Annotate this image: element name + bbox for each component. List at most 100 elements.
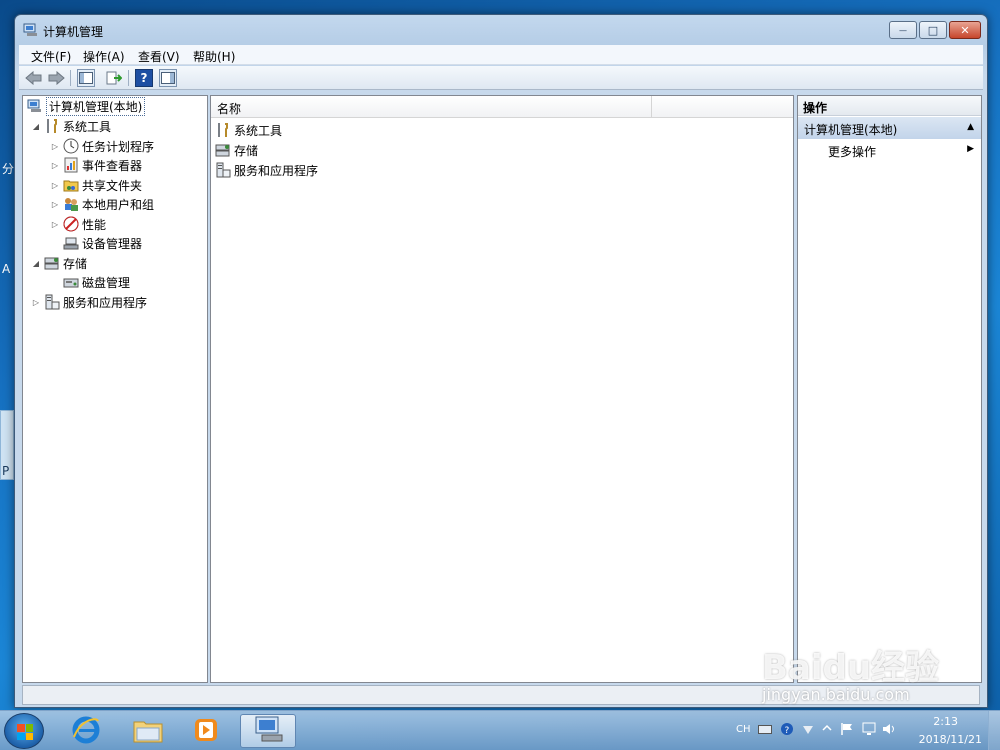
title-bar[interactable]: 计算机管理 — □ ✕ [15, 15, 987, 45]
taskbar-computer-management[interactable] [240, 714, 296, 748]
back-arrow-icon[interactable] [25, 69, 43, 87]
tree-item-storage[interactable]: ◢ 存储 [31, 254, 87, 272]
taskbar-media-player[interactable] [178, 714, 234, 748]
more-actions-item[interactable]: 更多操作 [828, 143, 876, 160]
tree-item-label: 服务和应用程序 [63, 295, 148, 310]
menu-help[interactable]: 帮助(H) [193, 48, 235, 65]
expand-icon[interactable]: ▷ [50, 142, 60, 151]
taskbar: CH ? 2:13 2018/11/21 [0, 710, 1000, 750]
window-controls: — □ ✕ [889, 21, 981, 39]
menu-file[interactable]: 文件(F) [31, 48, 71, 65]
windows-logo-icon [17, 724, 33, 740]
console-tree: 计算机管理(本地) ◢ 系统工具 ▷ 任务计划程序 ▷ 事件查看器 ▷ 共享文件… [22, 95, 208, 683]
computer-management-icon [252, 715, 284, 748]
expand-icon[interactable]: ▷ [50, 181, 60, 190]
folder-icon [132, 716, 164, 747]
tree-item-shared-folders[interactable]: ▷ 共享文件夹 [50, 176, 142, 194]
menu-action[interactable]: 操作(A) [83, 48, 125, 65]
users-icon [63, 196, 79, 212]
list-item[interactable]: 存储 [215, 140, 258, 160]
expand-icon[interactable]: ▷ [50, 161, 60, 170]
tree-item-task-scheduler[interactable]: ▷ 任务计划程序 [50, 137, 154, 155]
services-icon [215, 162, 231, 178]
show-desktop-button[interactable] [988, 711, 1000, 750]
tree-item-event-viewer[interactable]: ▷ 事件查看器 [50, 156, 142, 174]
services-icon [44, 294, 60, 310]
tree-item-root[interactable]: 计算机管理(本地) [24, 96, 146, 116]
column-divider[interactable] [651, 96, 652, 118]
list-item[interactable]: 服务和应用程序 [215, 160, 318, 180]
help-circle-icon[interactable]: ? [780, 722, 794, 739]
clock-icon [63, 138, 79, 154]
tools-icon [215, 122, 231, 138]
list-item-label: 系统工具 [234, 123, 283, 138]
storage-icon [215, 142, 231, 158]
toolbar-separator [70, 70, 71, 86]
desktop-icon-label-3: P [2, 464, 10, 478]
window-title: 计算机管理 [43, 25, 104, 39]
export-list-icon[interactable] [105, 69, 123, 87]
close-icon: ✕ [960, 23, 970, 37]
chevron-right-icon[interactable]: ▶ [967, 144, 974, 154]
tree-item-disk-management[interactable]: 磁盘管理 [50, 273, 130, 291]
expand-icon[interactable]: ▷ [50, 220, 60, 229]
forward-arrow-icon[interactable] [47, 69, 65, 87]
volume-icon[interactable] [882, 722, 896, 739]
computer-management-icon [23, 23, 39, 37]
clock-date[interactable]: 2018/11/21 [919, 733, 982, 746]
display-icon[interactable] [862, 722, 876, 739]
toolbar-separator [128, 70, 129, 86]
tree-item-label: 本地用户和组 [82, 197, 155, 212]
tree-item-services-apps[interactable]: ▷ 服务和应用程序 [31, 293, 147, 311]
console-tree-icon[interactable] [77, 69, 95, 87]
actions-section-label: 计算机管理(本地) [804, 123, 898, 137]
collapse-icon[interactable]: ◢ [31, 122, 41, 131]
language-indicator[interactable]: CH [736, 724, 751, 735]
actions-section-header[interactable]: 计算机管理(本地) ▲ [798, 117, 981, 139]
tree-item-label: 系统工具 [63, 119, 112, 134]
performance-icon [63, 216, 79, 232]
tree-item-label: 存储 [63, 256, 88, 271]
shared-folder-icon [63, 177, 79, 193]
keyboard-icon[interactable] [758, 723, 772, 738]
internet-explorer-icon [71, 715, 101, 748]
computer-management-icon [27, 98, 43, 114]
list-item[interactable]: 系统工具 [215, 120, 282, 140]
start-button[interactable] [4, 713, 44, 749]
expand-icon[interactable]: ▷ [50, 200, 60, 209]
close-button[interactable]: ✕ [949, 21, 981, 39]
minimize-button[interactable]: — [889, 21, 917, 39]
tree-item-label: 计算机管理(本地) [46, 96, 146, 116]
help-icon[interactable]: ? [135, 69, 153, 87]
action-pane-icon[interactable] [159, 69, 177, 87]
action-center-flag-icon[interactable] [840, 722, 854, 739]
list-header: 名称 [211, 96, 793, 118]
toolbar: ? [19, 66, 983, 90]
maximize-button[interactable]: □ [919, 21, 947, 39]
maximize-icon: □ [927, 23, 939, 37]
tree-item-local-users[interactable]: ▷ 本地用户和组 [50, 195, 154, 213]
tree-item-device-manager[interactable]: 设备管理器 [50, 234, 142, 252]
content-list: 名称 系统工具 存储 服务和应用程序 [210, 95, 794, 683]
media-player-icon [192, 716, 220, 747]
menu-view[interactable]: 查看(V) [138, 48, 180, 65]
column-header-name[interactable]: 名称 [217, 100, 241, 117]
actions-pane: 操作 计算机管理(本地) ▲ 更多操作 ▶ [797, 95, 982, 683]
clock-time[interactable]: 2:13 [933, 715, 958, 728]
tree-item-performance[interactable]: ▷ 性能 [50, 215, 106, 233]
tree-item-system-tools[interactable]: ◢ 系统工具 [31, 117, 111, 135]
svg-text:?: ? [785, 726, 790, 736]
tools-icon [44, 118, 60, 134]
collapse-icon[interactable]: ▲ [967, 122, 974, 132]
network-icon[interactable] [802, 723, 814, 738]
collapse-icon[interactable]: ◢ [31, 259, 41, 268]
tree-item-label: 共享文件夹 [82, 178, 143, 193]
expand-icon[interactable]: ▷ [31, 298, 41, 307]
minimize-icon: — [899, 25, 907, 35]
show-hidden-icons-icon[interactable] [822, 723, 832, 736]
taskbar-explorer[interactable] [120, 714, 176, 748]
device-manager-icon [63, 235, 79, 251]
tree-item-label: 任务计划程序 [82, 139, 155, 154]
desktop-icon-label-2: A [2, 262, 11, 276]
taskbar-internet-explorer[interactable] [58, 714, 114, 748]
